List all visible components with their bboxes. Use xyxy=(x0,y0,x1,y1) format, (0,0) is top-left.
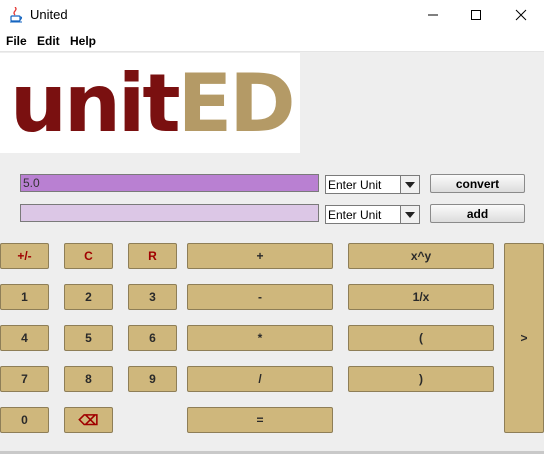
menu-file[interactable]: File xyxy=(6,34,27,48)
digit-1-button[interactable]: 1 xyxy=(0,284,49,310)
backspace-icon: ⌫ xyxy=(78,411,99,428)
reset-button[interactable]: R xyxy=(128,243,177,269)
window-title: United xyxy=(30,7,68,22)
equals-button[interactable]: = xyxy=(187,407,333,433)
minus-button[interactable]: - xyxy=(187,284,333,310)
convert-button[interactable]: convert xyxy=(430,174,525,193)
close-paren-button[interactable]: ) xyxy=(348,366,494,392)
digit-9-button[interactable]: 9 xyxy=(128,366,177,392)
java-app-icon xyxy=(8,6,24,23)
digit-0-button[interactable]: 0 xyxy=(0,407,49,433)
minimize-button[interactable] xyxy=(410,0,456,30)
digit-7-button[interactable]: 7 xyxy=(0,366,49,392)
minimize-icon xyxy=(428,14,438,16)
reciprocal-button[interactable]: 1/x xyxy=(348,284,494,310)
logo-part-unit: unit xyxy=(10,57,181,150)
output-value-field[interactable] xyxy=(20,204,319,222)
chevron-down-icon[interactable] xyxy=(400,176,419,193)
maximize-icon xyxy=(471,10,481,20)
power-button[interactable]: x^y xyxy=(348,243,494,269)
open-paren-button[interactable]: ( xyxy=(348,325,494,351)
united-logo: unitED xyxy=(10,57,296,150)
divide-button[interactable]: / xyxy=(187,366,333,392)
input-value-field[interactable]: 5.0 xyxy=(20,174,319,192)
unit-select-1-value: Enter Unit xyxy=(328,178,382,192)
chevron-down-icon[interactable] xyxy=(400,206,419,223)
digit-5-button[interactable]: 5 xyxy=(64,325,113,351)
add-button[interactable]: add xyxy=(430,204,525,223)
menu-help[interactable]: Help xyxy=(70,34,96,48)
menu-edit[interactable]: Edit xyxy=(37,34,60,48)
clear-button[interactable]: C xyxy=(64,243,113,269)
digit-3-button[interactable]: 3 xyxy=(128,284,177,310)
plus-button[interactable]: + xyxy=(187,243,333,269)
digit-2-button[interactable]: 2 xyxy=(64,284,113,310)
unit-select-2-value: Enter Unit xyxy=(328,208,382,222)
digit-6-button[interactable]: 6 xyxy=(128,325,177,351)
unit-select-2[interactable]: Enter Unit xyxy=(325,205,420,224)
multiply-button[interactable]: * xyxy=(187,325,333,351)
close-button[interactable] xyxy=(498,0,544,30)
unit-select-1[interactable]: Enter Unit xyxy=(325,175,420,194)
logo-part-ed: ED xyxy=(177,57,296,150)
digit-8-button[interactable]: 8 xyxy=(64,366,113,392)
negate-button[interactable]: +/- xyxy=(0,243,49,269)
maximize-button[interactable] xyxy=(453,0,499,30)
close-icon xyxy=(515,9,527,21)
digit-4-button[interactable]: 4 xyxy=(0,325,49,351)
backspace-button[interactable]: ⌫ xyxy=(64,407,113,433)
next-button[interactable]: > xyxy=(504,243,544,433)
